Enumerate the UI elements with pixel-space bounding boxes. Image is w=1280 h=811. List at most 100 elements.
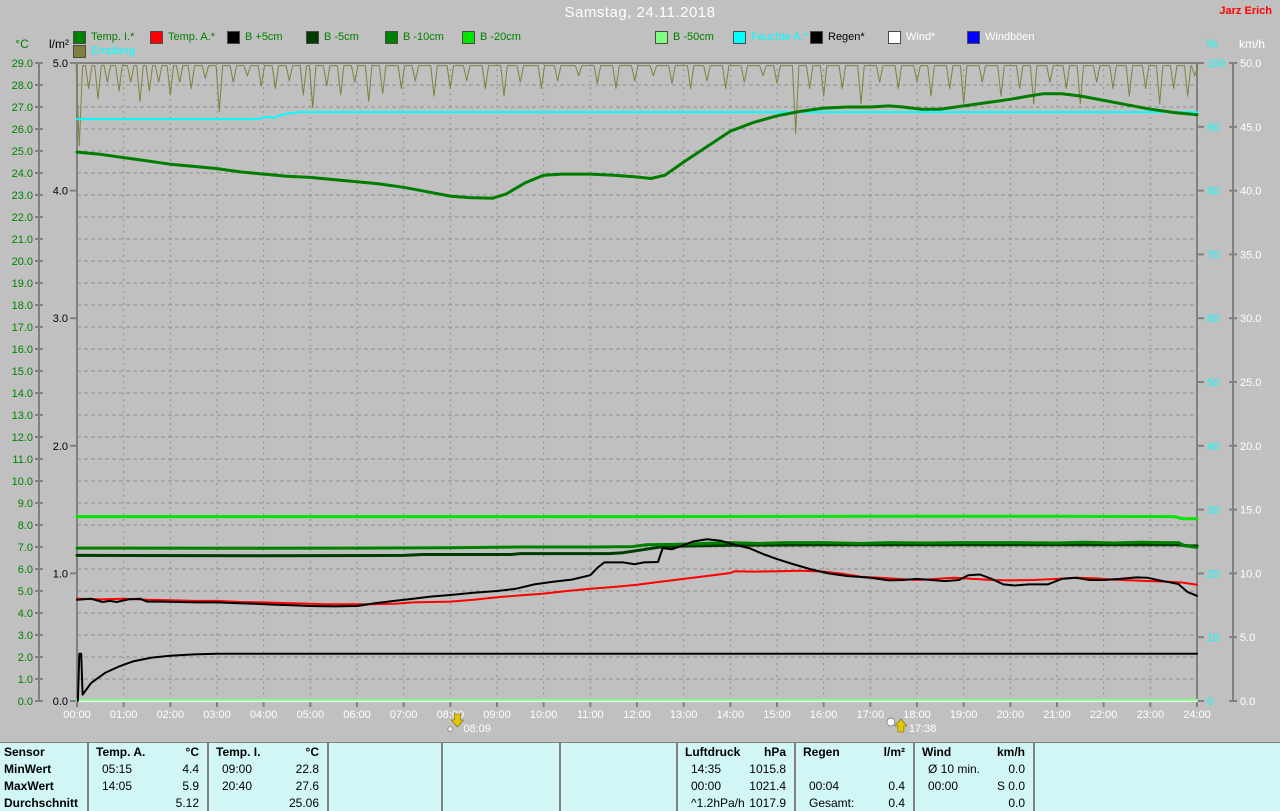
x-axis: 00:00 01:00 02:00 03:00 04:00 05:00 06:00 07:00… [63,701,1211,721]
rain-axis: 5.0 4.0 3.0 2.0 1.0 0.0 l/m² [49,37,77,708]
humidity-axis-unit: % [1207,37,1218,51]
rain-tick-label: 4.0 [53,186,68,198]
table-cell-value: 5.12 [175,796,199,810]
table-cell-value: 27.6 [295,779,319,793]
table-header-sensor: Sensor [4,745,45,759]
humidity-tick-label: 30 [1207,505,1219,517]
x-tick-label: 05:00 [297,709,325,721]
x-tick-label: 22:00 [1090,709,1118,721]
temp-tick-label: 28.0 [12,80,33,92]
temp-tick-label: 27.0 [12,102,33,114]
temp-tick-label: 14.0 [12,388,33,400]
temp-tick-label: 20.0 [12,256,33,268]
series-temp-i- [75,92,1199,200]
x-tick-label: 07:00 [390,709,418,721]
table-cell-value: 0.4 [888,779,905,793]
table-cell-value: 25.06 [288,796,319,810]
wind-tick-label: 5.0 [1240,632,1255,644]
temp-tick-label: 24.0 [12,168,33,180]
rain-axis-unit: l/m² [49,37,69,51]
temp-tick-label: 15.0 [12,366,33,378]
humidity-tick-label: 0 [1207,696,1213,708]
table-row-label: MinWert [4,762,52,776]
sunrise-time: 08:09 [463,723,491,735]
table-cell-value: 22.8 [295,762,319,776]
humidity-tick-label: 90 [1207,122,1219,134]
table-header-unit: hPa [763,745,786,759]
temp-tick-label: 29.0 [12,58,33,70]
wind-tick-label: 25.0 [1240,377,1261,389]
humidity-tick-label: 50 [1207,377,1219,389]
sunset-moon-icon [886,717,896,727]
humidity-tick-label: 10 [1207,632,1219,644]
table-column-separator [441,743,443,811]
x-tick-label: 11:00 [577,709,604,721]
wind-tick-label: 40.0 [1240,186,1261,198]
x-tick-label: 09:00 [483,709,511,721]
wind-tick-label: 0.0 [1240,696,1255,708]
temp-tick-label: 9.0 [18,498,33,510]
x-tick-label: 14:00 [717,709,745,721]
temp-tick-label: 25.0 [12,146,33,158]
x-tick-label: 19:00 [950,709,978,721]
humidity-tick-label: 100 [1207,58,1225,70]
table-row-label: Durchschnitt [4,796,79,810]
rain-tick-label: 5.0 [53,58,68,70]
x-tick-label: 04:00 [250,709,278,721]
x-tick-label: 01:00 [110,709,138,721]
wind-tick-label: 50.0 [1240,58,1261,70]
x-tick-label: 10:00 [530,709,558,721]
temp-tick-label: 22.0 [12,212,33,224]
x-tick-label: 02:00 [157,709,185,721]
x-tick-label: 18:00 [903,709,931,721]
wind-tick-label: 15.0 [1240,505,1261,517]
rain-tick-label: 0.0 [53,696,68,708]
humidity-tick-label: 70 [1207,249,1219,261]
weather-chart: 29.0 28.0 27.0 26.0 25.0 24.0 23.0 22.0 21.0 20.0… [12,37,1265,735]
table-row-label: MaxWert [4,779,54,793]
temp-tick-label: 5.0 [18,586,33,598]
table-header-unit: °C [305,745,319,759]
wind-axis-unit: km/h [1239,37,1265,51]
x-tick-label: 00:00 [63,709,91,721]
rain-tick-label: 2.0 [53,441,68,453]
table-cell-value: 5.9 [182,779,199,793]
x-tick-label: 23:00 [1137,709,1165,721]
wind-tick-label: 35.0 [1240,249,1261,261]
table-cell-value: 0.0 [1008,762,1025,776]
wind-tick-label: 20.0 [1240,441,1261,453]
humidity-tick-label: 60 [1207,313,1219,325]
temp-axis-unit: °C [15,37,29,51]
x-tick-label: 13:00 [670,709,698,721]
temp-tick-label: 1.0 [18,674,33,686]
x-tick-label: 16:00 [810,709,838,721]
temp-tick-label: 12.0 [12,432,33,444]
x-tick-label: 03:00 [203,709,231,721]
humidity-axis: 1009080706050403020100% [1197,37,1225,708]
humidity-tick-label: 40 [1207,441,1219,453]
series-b-20cm [75,514,1199,521]
temp-tick-label: 21.0 [12,234,33,246]
x-tick-label: 20:00 [997,709,1025,721]
wind-tick-label: 10.0 [1240,568,1261,580]
table-cell-value: 1017.9 [749,796,786,810]
temp-tick-label: 7.0 [18,542,33,554]
table-cell-value: 1015.8 [749,762,786,776]
temp-tick-label: 13.0 [12,410,33,422]
x-tick-label: 12:00 [623,709,651,721]
gridlines [77,63,1197,701]
table-header-unit: km/h [996,745,1025,759]
temp-tick-label: 3.0 [18,630,33,642]
wind-axis: 50.0 45.0 40.0 35.0 30.0 25.0 20.0 15.0 10.0 5.0 0… [1229,37,1265,708]
table-cell-value: 0.4 [888,796,905,810]
table-header-unit: °C [185,745,199,759]
temp-tick-label: 6.0 [18,564,33,576]
x-tick-label: 17:00 [857,709,885,721]
table-column-separator [327,743,329,811]
temp-tick-label: 17.0 [12,322,33,334]
table-cell-value: S 0.0 [996,779,1025,793]
weather-station-dashboard: { "title": "Samstag, 24.11.2018", "user"… [0,0,1280,811]
temp-tick-label: 16.0 [12,344,33,356]
x-tick-label: 06:00 [343,709,371,721]
table-cell-value: 4.4 [182,762,199,776]
